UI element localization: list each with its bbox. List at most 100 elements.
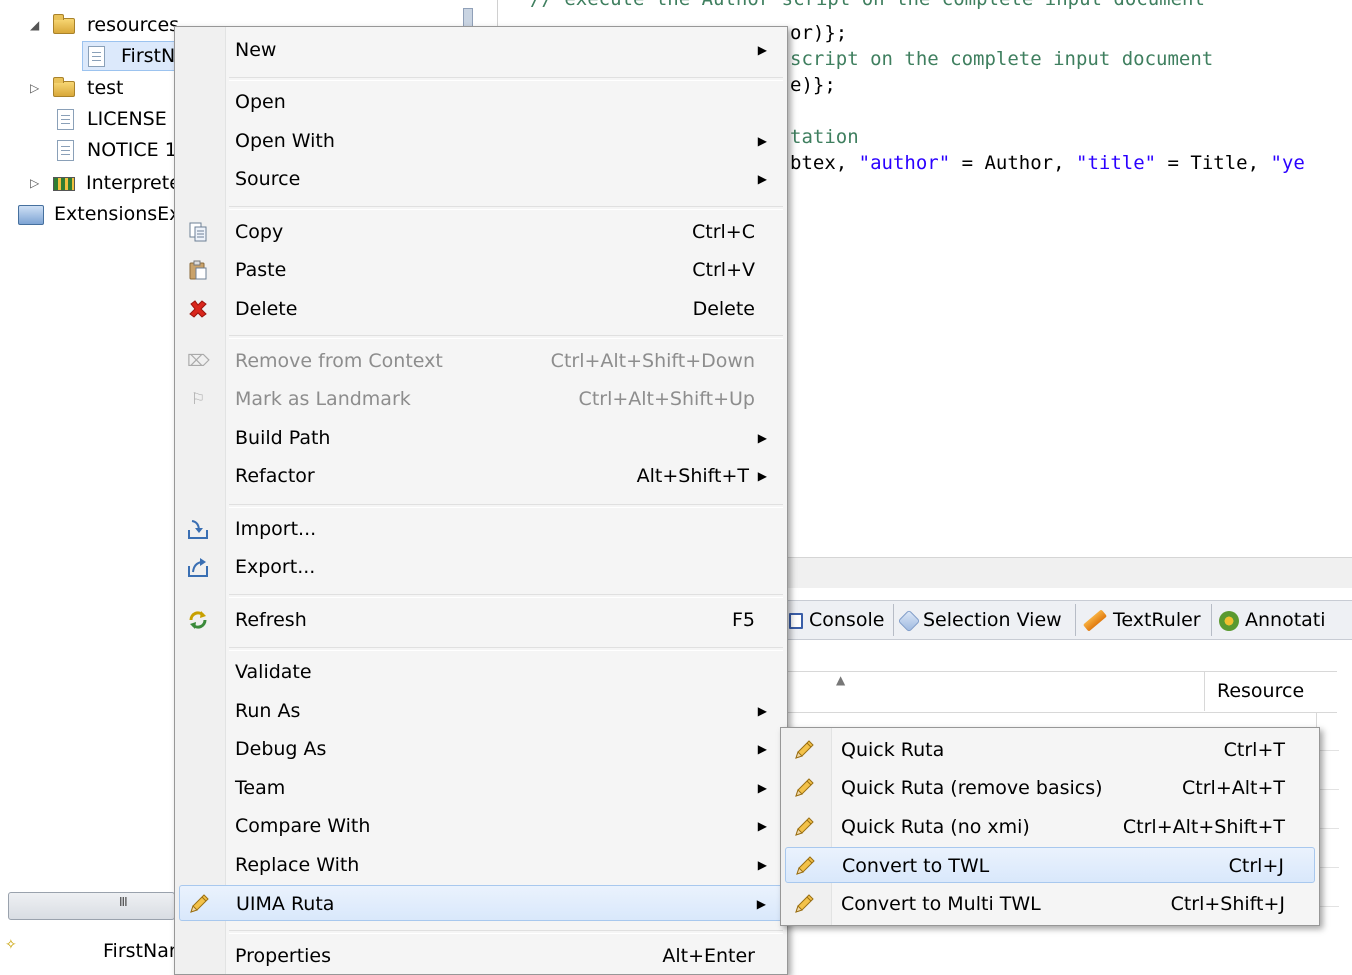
menu-item-source[interactable]: Source ▶ [179,161,783,197]
tree-item-resources[interactable]: ◢ resources [0,10,179,40]
project-tree: ◢ resources FirstN ▷ test LICENSE 1 NOTI… [0,0,185,240]
tree-item-label: Interprete [86,172,181,194]
tree-item-extensions[interactable]: ExtensionsEx [0,199,180,229]
submenu-item-quick-ruta-no-xmi[interactable]: Quick Ruta (no xmi) Ctrl+Alt+Shift+T [785,809,1315,845]
submenu-item-quick-ruta-remove-basics[interactable]: Quick Ruta (remove basics) Ctrl+Alt+T [785,770,1315,806]
menu-item-uima-ruta[interactable]: UIMA Ruta ▶ [179,885,783,921]
menu-item-shortcut: F5 [731,609,755,631]
annotation-icon [1219,610,1239,631]
menu-item-label: Copy [235,221,284,243]
tab-console[interactable]: Console [789,601,884,639]
tree-item-label: test [87,77,124,99]
menu-item-refresh[interactable]: Refresh F5 [179,602,783,638]
column-header-resource[interactable]: Resource [1204,671,1336,711]
menu-item-debug-as[interactable]: Debug As ▶ [179,731,783,767]
menu-item-run-as[interactable]: Run As ▶ [179,693,783,729]
tree-item-notice[interactable]: NOTICE 1 [0,135,177,165]
menu-item-label: Export... [235,556,316,578]
menu-item-open-with[interactable]: Open With ▶ [179,123,783,159]
submenu-item-convert-to-multi-twl[interactable]: Convert to Multi TWL Ctrl+Shift+J [785,886,1315,922]
menu-item-team[interactable]: Team ▶ [179,770,783,806]
submenu-arrow-icon: ▶ [757,819,767,833]
menu-item-build-path[interactable]: Build Path ▶ [179,420,783,456]
code-line: tation [790,126,859,148]
submenu-item-quick-ruta[interactable]: Quick Ruta Ctrl+T [785,732,1315,768]
expanded-triangle-icon[interactable]: ◢ [30,10,39,40]
tab-label: Annotati [1245,609,1326,631]
table-row[interactable] [1317,751,1339,790]
ruler-icon [1082,609,1108,632]
sort-ascending-icon[interactable]: ▲ [836,673,845,687]
library-icon [53,177,75,191]
submenu-item-convert-to-twl[interactable]: Convert to TWL Ctrl+J [785,847,1315,883]
submenu-arrow-icon: ▶ [757,431,767,445]
menu-item-compare-with[interactable]: Compare With ▶ [179,808,783,844]
tree-item-label: NOTICE 1 [87,139,177,161]
import-icon [187,518,209,540]
menu-separator [229,647,783,651]
submenu-arrow-icon: ▶ [756,897,766,911]
table-row[interactable] [1317,868,1339,907]
view-divider [787,557,1352,588]
table-row[interactable] [1317,790,1339,829]
table-row[interactable] [1317,829,1339,868]
menu-item-replace-with[interactable]: Replace With ▶ [179,847,783,883]
menu-item-label: Quick Ruta (remove basics) [841,777,1103,799]
tree-item-label: FirstN [121,45,176,67]
pencil-icon [188,893,210,915]
menu-item-open[interactable]: Open [179,84,783,120]
menu-item-label: Import... [235,518,317,540]
tree-item-test[interactable]: ▷ test [0,73,174,103]
tab-divider [1075,604,1076,636]
tree-item-label: LICENSE 1 [87,108,185,130]
menu-item-export[interactable]: Export... [179,549,783,585]
menu-item-properties[interactable]: Properties Alt+Enter [179,938,783,974]
tree-item-interpreter[interactable]: ▷ Interprete [0,168,181,198]
tree-item-license[interactable]: LICENSE 1 [0,104,185,134]
menu-item-label: Build Path [235,427,331,449]
menu-separator [229,594,783,598]
code-token: btex, [790,152,859,174]
pencil-icon [793,777,815,799]
menu-item-shortcut: Delete [692,298,755,320]
table-row[interactable] [1317,712,1339,751]
menu-item-paste[interactable]: Paste Ctrl+V [179,252,783,288]
menu-item-label: Remove from Context [235,350,443,372]
code-string: "author" [858,152,951,174]
menu-item-shortcut: Ctrl+Shift+J [1170,893,1285,915]
menu-item-shortcut: Ctrl+Alt+T [1182,777,1285,799]
menu-item-shortcut: Ctrl+Alt+Shift+Up [578,388,755,410]
menu-item-label: Quick Ruta (no xmi) [841,816,1030,838]
code-token: = Title, [1156,152,1271,174]
collapsed-triangle-icon[interactable]: ▷ [30,73,39,103]
copy-icon [187,221,209,243]
horizontal-scrollbar[interactable]: III [8,892,175,920]
project-icon [18,205,44,225]
tree-item-firstn[interactable]: FirstN [82,41,179,71]
tab-selection-view[interactable]: Selection View [897,601,1062,639]
pencil-icon [794,855,816,877]
collapsed-triangle-icon[interactable]: ▷ [30,168,39,198]
code-line: btex, "author" = Author, "title" = Title… [790,152,1305,174]
bottom-item-label[interactable]: FirstNar [103,940,177,962]
menu-item-validate[interactable]: Validate [179,654,783,690]
tree-item-label: ExtensionsEx [54,203,181,225]
file-icon [57,140,74,161]
menu-item-label: UIMA Ruta [236,893,335,915]
tab-textruler[interactable]: TextRuler [1082,601,1201,639]
menu-item-shortcut: Ctrl+Alt+Shift+Down [550,350,755,372]
submenu-arrow-icon: ▶ [757,469,767,483]
menu-separator [229,930,783,934]
menu-item-label: Open [235,91,286,113]
menu-item-shortcut: Alt+Enter [662,945,755,967]
menu-item-copy[interactable]: Copy Ctrl+C [179,214,783,250]
tab-annotation[interactable]: Annotati [1219,601,1326,639]
menu-item-delete[interactable]: Delete Delete [179,291,783,327]
menu-item-import[interactable]: Import... [179,511,783,547]
menu-item-refactor[interactable]: Refactor Alt+Shift+T ▶ [179,458,783,494]
landmark-icon: ⚐ [190,389,206,408]
menu-item-new[interactable]: New ▶ [179,32,783,68]
menu-item-label: Validate [235,661,312,683]
menu-item-shortcut: Ctrl+C [692,221,755,243]
tab-label: Console [809,609,885,631]
